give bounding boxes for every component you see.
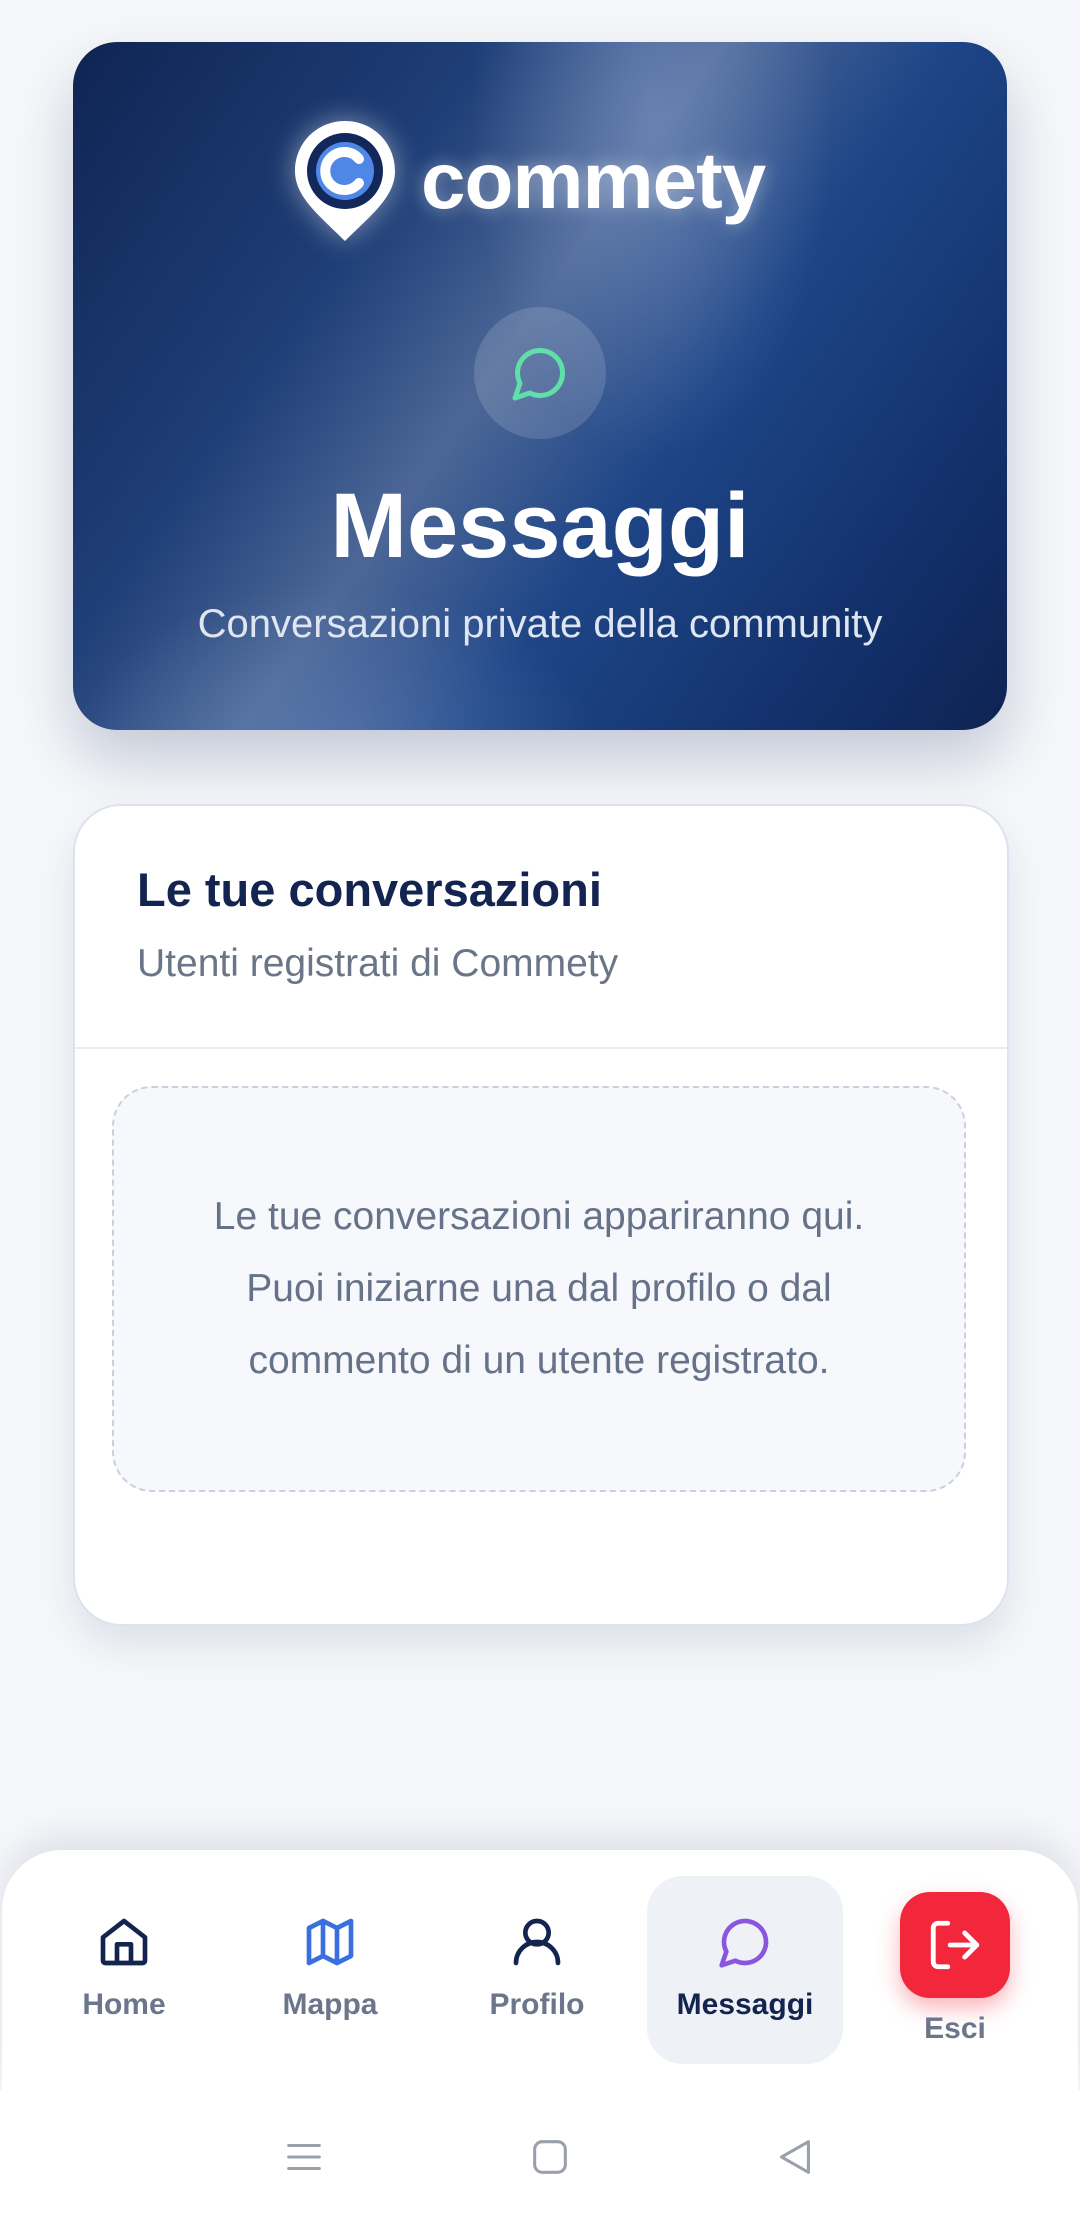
logout-label: Esci — [924, 2012, 986, 2045]
hero-icon-badge — [474, 307, 606, 439]
chat-bubble-icon — [719, 1918, 769, 1968]
logout-button[interactable] — [900, 1892, 1010, 1998]
commety-logo: commety — [291, 117, 766, 245]
nav-item-home[interactable]: Home — [26, 1876, 222, 2064]
user-icon — [513, 1918, 561, 1966]
nav-label-messages: Messaggi — [676, 1988, 814, 2021]
empty-state-message: Le tue conversazioni appariranno qui. Pu… — [213, 1195, 865, 1382]
conversations-subtitle: Utenti registrati di Commety — [137, 942, 619, 985]
chat-bubble-icon — [512, 347, 566, 401]
bottom-navigation: Home Mappa Profilo Messaggi Esci — [2, 1850, 1078, 2090]
conversations-title: Le tue conversazioni — [137, 863, 602, 916]
page-title: Messaggi — [330, 475, 750, 577]
nav-label-home: Home — [82, 1988, 166, 2021]
nav-label-map: Mappa — [282, 1988, 378, 2021]
logout-icon — [930, 1920, 980, 1970]
hero-banner: commety Messaggi Conversazioni private d… — [73, 42, 1007, 730]
nav-label-profile: Profilo — [489, 1988, 585, 2021]
map-icon — [306, 1918, 354, 1966]
menu-icon[interactable] — [281, 2134, 327, 2180]
page-subtitle: Conversazioni private della community — [197, 602, 883, 646]
back-icon[interactable] — [772, 2134, 818, 2180]
nav-item-profile[interactable]: Profilo — [439, 1876, 635, 2064]
divider — [75, 1047, 1007, 1049]
nav-item-messages[interactable]: Messaggi — [647, 1876, 843, 2064]
location-pin-icon — [295, 121, 395, 241]
home-square-icon[interactable] — [527, 2134, 573, 2180]
home-icon — [100, 1918, 148, 1966]
system-navigation-bar — [0, 2090, 1080, 2222]
conversations-card: Le tue conversazioni Utenti registrati d… — [73, 804, 1009, 1626]
nav-item-map[interactable]: Mappa — [232, 1876, 428, 2064]
empty-state: Le tue conversazioni appariranno qui. Pu… — [112, 1086, 966, 1492]
brand-name: commety — [421, 136, 766, 225]
